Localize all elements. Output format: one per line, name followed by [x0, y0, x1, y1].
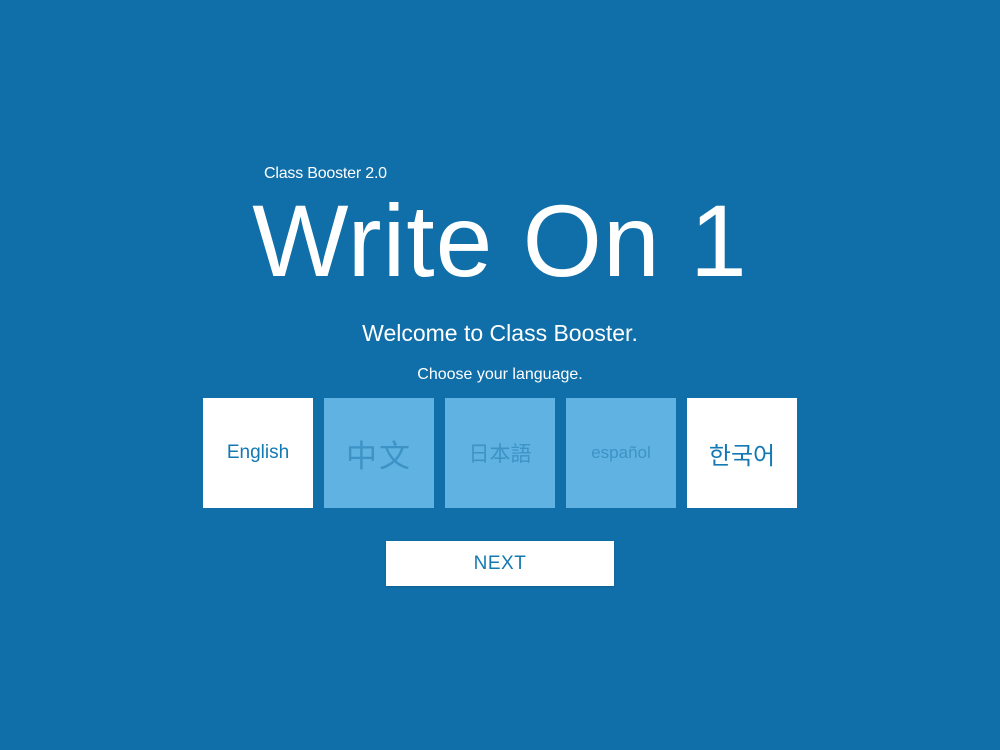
app-subtitle: Class Booster 2.0 — [264, 165, 387, 182]
language-option-spanish[interactable]: español — [566, 398, 676, 508]
language-option-korean[interactable]: 한국어 — [687, 398, 797, 508]
language-prompt: Choose your language. — [417, 366, 583, 383]
welcome-message: Welcome to Class Booster. — [362, 320, 638, 346]
language-label: English — [226, 442, 290, 463]
language-option-japanese[interactable]: 日本語 — [445, 398, 555, 508]
language-option-chinese[interactable]: 中文 — [324, 398, 434, 508]
language-label: 한국어 — [708, 442, 776, 470]
app-title: Write On 1 — [252, 184, 748, 298]
language-label: 日本語 — [468, 443, 532, 466]
language-label: español — [591, 443, 651, 462]
language-label: 中文 — [346, 438, 412, 474]
language-option-english[interactable]: English — [203, 398, 313, 508]
language-options: English 中文 日本語 español 한국어 — [203, 398, 797, 508]
next-button[interactable]: NEXT — [386, 541, 614, 586]
language-select-screen: Class Booster 2.0 Write On 1 Welcome to … — [0, 0, 1000, 750]
